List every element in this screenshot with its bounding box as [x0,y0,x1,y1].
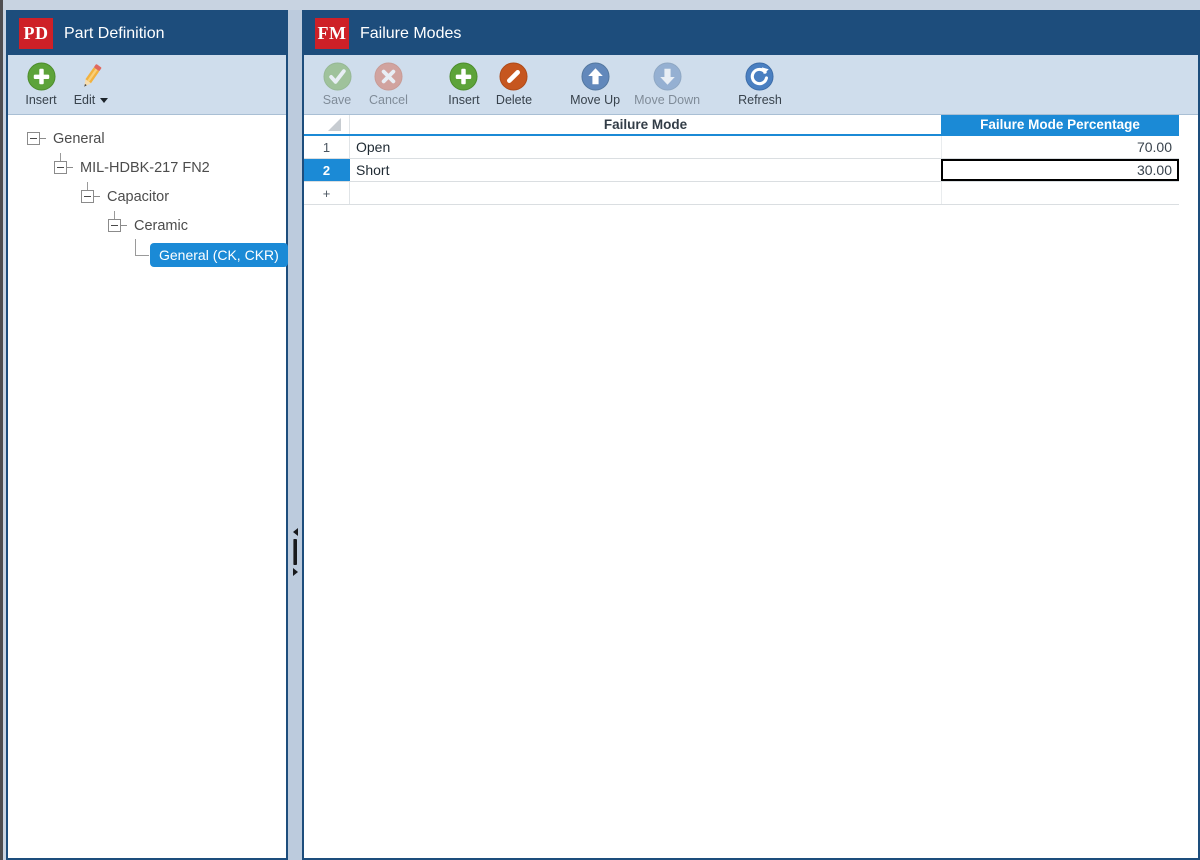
row-number[interactable]: 1 [304,136,350,158]
collapse-minus-icon[interactable] [54,161,67,174]
refresh-circle-icon [745,62,774,91]
cancel-button[interactable]: Cancel [362,62,415,107]
part-definition-panel: PD Part Definition Insert [6,10,288,860]
failure-mode-percentage-cell-active[interactable]: 30.00 [941,159,1179,181]
failure-mode-cell[interactable]: Open [350,136,941,158]
edit-dropdown-caret-icon [100,98,108,103]
insert-row-button[interactable]: Insert [439,62,489,107]
save-check-circle-icon [323,62,352,91]
save-label: Save [323,93,352,107]
tree-item-capacitor[interactable]: Capacitor [8,182,286,211]
splitter-grip[interactable] [293,539,297,565]
delete-slash-circle-icon [499,62,528,91]
failure-modes-panel: FM Failure Modes Save Cancel [302,10,1200,860]
tree-item-general-ck-ckr[interactable]: General (CK, CKR) [8,240,286,269]
tree-item-label[interactable]: General [53,131,105,147]
move-up-button[interactable]: Move Up [563,62,627,107]
refresh-label: Refresh [738,93,782,107]
move-down-button[interactable]: Move Down [627,62,707,107]
corner-triangle-icon [328,118,341,131]
panel-title-part-definition: Part Definition [64,25,165,43]
part-definition-header: PD Part Definition [8,12,286,55]
tree-item-label[interactable]: Capacitor [107,189,169,205]
empty-percentage-cell [941,182,1179,204]
tree-item-label[interactable]: Ceramic [134,218,188,234]
save-button[interactable]: Save [312,62,362,107]
insert-row-label: Insert [448,93,479,107]
delete-row-button[interactable]: Delete [489,62,539,107]
delete-row-label: Delete [496,93,532,107]
insert-part-label: Insert [25,93,56,107]
splitter-handle[interactable] [288,528,302,576]
app-window: PD Part Definition Insert [0,0,1200,860]
tree-item-label[interactable]: MIL-HDBK-217 FN2 [80,160,210,176]
fm-badge: FM [315,18,349,49]
edit-part-button[interactable]: Edit [66,62,116,107]
tree-item-label-selected[interactable]: General (CK, CKR) [150,243,288,267]
collapse-minus-icon[interactable] [81,190,94,203]
part-definition-toolbar: Insert Edit [8,55,286,115]
grid-header-row: Failure Mode Failure Mode Percentage [304,115,1179,136]
collapse-left-arrow-icon[interactable] [293,528,298,536]
pd-badge: PD [19,18,53,49]
pencil-icon [77,62,106,91]
cancel-label: Cancel [369,93,408,107]
row-number-selected[interactable]: 2 [304,159,350,181]
collapse-minus-icon[interactable] [108,219,121,232]
move-up-arrow-icon [581,62,610,91]
failure-modes-grid: Failure Mode Failure Mode Percentage 1 O… [304,115,1179,205]
table-row[interactable]: 1 Open 70.00 [304,136,1179,159]
tree-item-ceramic[interactable]: Ceramic [8,211,286,240]
empty-mode-cell [350,182,941,204]
plus-circle-icon [27,62,56,91]
insert-part-button[interactable]: Insert [16,62,66,107]
part-tree: General MIL-HDBK-217 FN2 Capacitor Ceram… [8,115,286,857]
panel-title-failure-modes: Failure Modes [360,25,461,43]
refresh-button[interactable]: Refresh [731,62,789,107]
failure-mode-percentage-cell[interactable]: 70.00 [941,136,1179,158]
table-row-selected[interactable]: 2 Short 30.00 [304,159,1179,182]
tree-branch-connector [135,239,149,256]
column-header-failure-mode-percentage[interactable]: Failure Mode Percentage [941,115,1179,134]
tree-item-general[interactable]: General [8,124,286,153]
collapse-minus-icon[interactable] [27,132,40,145]
move-up-label: Move Up [570,93,620,107]
move-down-arrow-icon [653,62,682,91]
panel-splitter[interactable] [288,10,302,860]
add-row[interactable]: + [304,182,1179,205]
failure-modes-header: FM Failure Modes [304,12,1198,55]
failure-modes-toolbar: Save Cancel Insert [304,55,1198,115]
add-row-button[interactable]: + [304,182,350,204]
grid-corner-select-all[interactable] [304,115,350,134]
failure-mode-cell[interactable]: Short [350,159,941,181]
collapse-right-arrow-icon[interactable] [293,568,298,576]
move-down-label: Move Down [634,93,700,107]
window-edge-strip [0,0,3,860]
column-header-failure-mode[interactable]: Failure Mode [350,115,941,134]
edit-part-label: Edit [74,93,96,107]
tree-item-mil-hdbk-217-fn2[interactable]: MIL-HDBK-217 FN2 [8,153,286,182]
insert-plus-circle-icon [449,62,478,91]
cancel-x-circle-icon [374,62,403,91]
